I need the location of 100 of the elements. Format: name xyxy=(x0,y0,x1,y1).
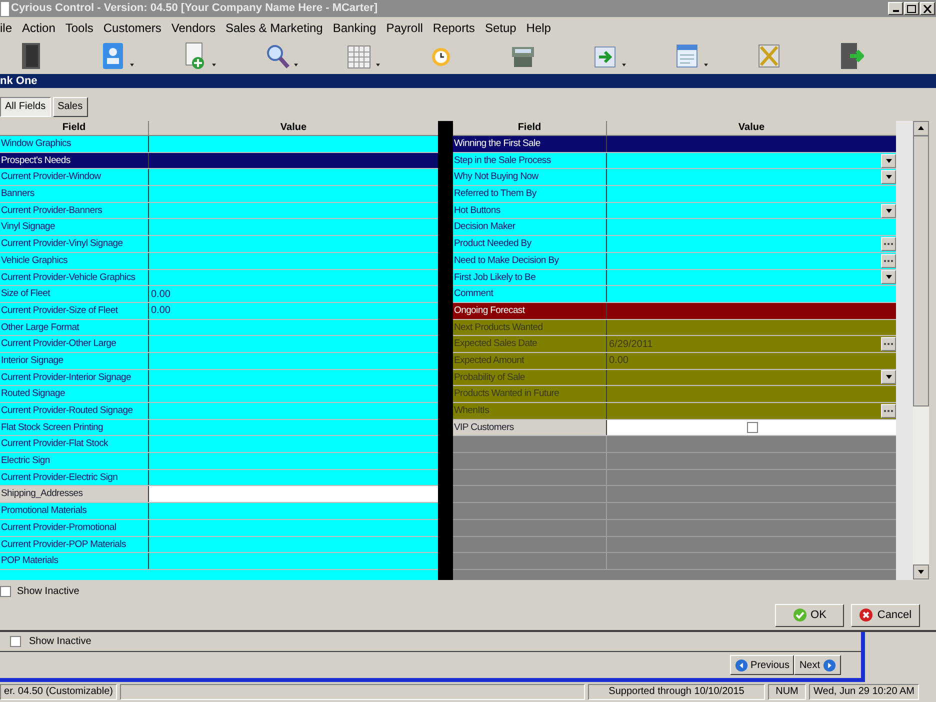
checkbox[interactable] xyxy=(10,636,21,647)
column-header[interactable]: Field xyxy=(453,121,607,135)
checkbox-label: Show Inactive xyxy=(29,635,92,649)
next-button[interactable]: Next xyxy=(794,655,841,675)
ellipsis-button[interactable] xyxy=(881,404,896,418)
dropdown-button[interactable] xyxy=(881,204,896,218)
table-row[interactable]: Decision Maker xyxy=(453,219,896,236)
caret-icon[interactable] xyxy=(130,63,134,67)
dropdown-button[interactable] xyxy=(881,154,896,168)
table-row[interactable]: Current Provider-Window xyxy=(0,169,438,186)
dropdown-button[interactable] xyxy=(881,270,896,284)
vertical-scrollbar[interactable] xyxy=(913,121,929,580)
table-row[interactable]: Current Provider-POP Materials xyxy=(0,536,438,554)
table-row[interactable]: Referred to Them By xyxy=(453,186,896,203)
caret-icon[interactable] xyxy=(376,63,380,67)
dropdown-button[interactable] xyxy=(881,370,896,384)
menu-item[interactable]: ile xyxy=(0,19,12,37)
table-row[interactable]: Current Provider-Promotional xyxy=(0,520,438,536)
table-row[interactable]: Current Provider-Electric Sign xyxy=(0,470,438,486)
table-row[interactable]: Size of Fleet 0.00 xyxy=(0,286,438,303)
maximize-button[interactable] xyxy=(904,2,919,15)
minimize-icon xyxy=(892,10,898,12)
caret-icon[interactable] xyxy=(622,63,626,67)
tab[interactable]: Sales xyxy=(52,96,88,116)
table-row[interactable]: Other Large Format xyxy=(0,320,438,336)
checkbox[interactable] xyxy=(0,586,11,596)
table-row[interactable]: Why Not Buying Now xyxy=(453,169,896,186)
table-row[interactable]: Winning the First Sale xyxy=(453,136,896,153)
table-row[interactable]: Need to Make Decision By xyxy=(453,252,896,270)
table-row[interactable]: First Job Likely to Be xyxy=(453,270,896,286)
menu-item[interactable]: Reports xyxy=(432,19,475,37)
table-row[interactable]: Current Provider-Vehicle Graphics xyxy=(0,270,438,286)
previous-button[interactable]: Previous xyxy=(730,655,794,675)
table-row[interactable]: Vinyl Signage xyxy=(0,219,438,236)
caret-icon xyxy=(886,275,892,280)
status-panel: Supported through 10/10/2015 xyxy=(588,684,765,700)
column-header[interactable]: Field xyxy=(0,121,149,135)
toolbar-button[interactable] xyxy=(838,41,864,71)
menu-item[interactable]: Customers xyxy=(103,19,162,37)
cancel-button[interactable]: Cancel xyxy=(851,604,920,626)
table-row[interactable]: Promotional Materials xyxy=(0,503,438,520)
menu-item[interactable]: Setup xyxy=(484,19,516,37)
close-button[interactable] xyxy=(920,2,935,15)
field-cell: Step in the Sale Process xyxy=(453,152,607,168)
input-field[interactable] xyxy=(607,420,896,436)
table-row[interactable]: Vehicle Graphics xyxy=(0,252,438,270)
contact-card-icon xyxy=(100,41,126,71)
table-row[interactable]: Prospect's Needs xyxy=(0,152,438,170)
table-row[interactable]: Product Needed By xyxy=(453,236,896,253)
table-row[interactable]: Shipping_Addresses xyxy=(0,486,438,504)
table-row[interactable]: Comment xyxy=(453,286,896,303)
field-cell: Interior Signage xyxy=(0,352,149,369)
field-cell: Flat Stock Screen Printing xyxy=(0,420,149,436)
table-row[interactable]: Routed Signage xyxy=(0,386,438,403)
table-row[interactable]: Banners xyxy=(0,186,438,203)
caret-icon[interactable] xyxy=(704,63,708,67)
input-field[interactable] xyxy=(149,486,438,502)
ok-button[interactable]: OK xyxy=(775,604,844,626)
ellipsis-button[interactable] xyxy=(881,337,896,352)
field-cell: POP Materials xyxy=(0,553,149,569)
table-row[interactable]: VIP Customers xyxy=(453,420,896,436)
column-header[interactable]: Value xyxy=(607,121,896,135)
field-cell: Hot Buttons xyxy=(453,202,607,218)
table-row[interactable]: Interior Signage xyxy=(0,352,438,370)
menu-item[interactable]: Action xyxy=(22,19,56,37)
table-row[interactable]: Current Provider-Interior Signage xyxy=(0,370,438,386)
caret-icon[interactable] xyxy=(294,63,298,67)
table-row[interactable]: Current Provider-Other Large xyxy=(0,336,438,353)
dropdown-button[interactable] xyxy=(881,170,896,184)
table-row[interactable]: Ongoing Forecast xyxy=(453,302,896,320)
checkbox[interactable] xyxy=(747,422,758,434)
column-header[interactable]: Value xyxy=(149,121,438,135)
tab[interactable]: All Fields xyxy=(0,96,51,116)
table-row[interactable]: Hot Buttons xyxy=(453,202,896,220)
field-cell: Current Provider-Vehicle Graphics xyxy=(0,270,149,286)
menu-item[interactable]: Banking xyxy=(332,19,376,37)
table-row[interactable]: Step in the Sale Process xyxy=(453,152,896,170)
table-row[interactable]: Current Provider-Size of Fleet 0.00 xyxy=(0,302,438,320)
table-row[interactable]: Current Provider-Banners xyxy=(0,202,438,220)
table-row[interactable]: Window Graphics xyxy=(0,136,438,153)
field-cell: Vinyl Signage xyxy=(0,219,149,236)
menu-item[interactable]: Sales & Marketing xyxy=(225,19,323,37)
field-cell: Current Provider-Interior Signage xyxy=(0,370,149,386)
ellipsis-button[interactable] xyxy=(881,236,896,251)
caret-icon[interactable] xyxy=(212,63,216,67)
menu-item[interactable]: Help xyxy=(526,19,551,37)
minimize-button[interactable] xyxy=(888,2,903,15)
ellipsis-button[interactable] xyxy=(881,254,896,268)
table-row[interactable]: Current Provider-Flat Stock xyxy=(0,436,438,454)
field-cell: Vehicle Graphics xyxy=(0,252,149,268)
menu-item[interactable]: Vendors xyxy=(171,19,216,37)
table-row[interactable]: Electric Sign xyxy=(0,453,438,470)
table-row[interactable]: Current Provider-Vinyl Signage xyxy=(0,236,438,253)
field-cell: Current Provider-Flat Stock xyxy=(0,436,149,452)
menu-item[interactable]: Tools xyxy=(65,19,94,37)
caret-icon xyxy=(886,175,892,180)
menu-item[interactable]: Payroll xyxy=(386,19,423,37)
table-row[interactable]: Current Provider-Routed Signage xyxy=(0,403,438,420)
table-row[interactable]: POP Materials xyxy=(0,553,438,570)
table-row[interactable]: Flat Stock Screen Printing xyxy=(0,420,438,436)
